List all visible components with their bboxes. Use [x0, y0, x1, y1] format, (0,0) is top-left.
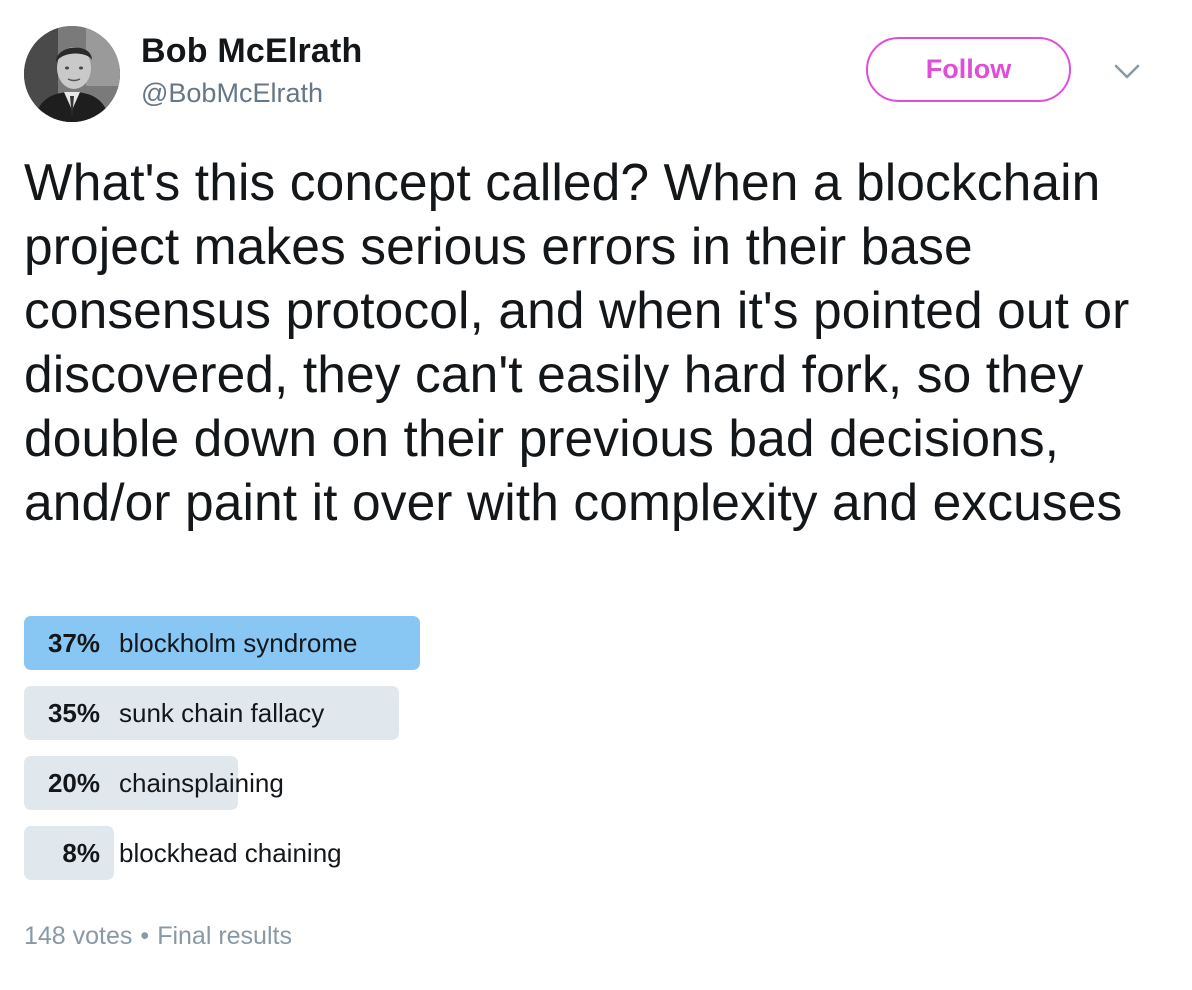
poll-percent: 20% — [47, 768, 100, 798]
poll-percent: 35% — [47, 698, 100, 728]
avatar[interactable] — [24, 26, 120, 122]
person-photo-avatar-icon — [24, 26, 120, 122]
poll-option: 37% blockholm syndrome — [24, 616, 824, 670]
separator-dot: • — [140, 922, 150, 950]
poll-percent: 37% — [47, 628, 100, 658]
display-name[interactable]: Bob McElrath — [141, 32, 363, 71]
follow-button[interactable]: Follow — [866, 37, 1071, 102]
poll-option-label: blockhead chaining — [119, 838, 342, 868]
poll-option-label: chainsplaining — [119, 768, 284, 798]
poll: 37% blockholm syndrome 35% sunk chain fa… — [24, 616, 824, 896]
vote-count: 148 votes — [24, 922, 133, 950]
tweet-card: Bob McElrath @BobMcElrath Follow What's … — [0, 0, 1192, 990]
chevron-down-icon[interactable] — [1112, 60, 1142, 84]
poll-option-label: sunk chain fallacy — [119, 698, 325, 728]
poll-option: 35% sunk chain fallacy — [24, 686, 824, 740]
user-handle[interactable]: @BobMcElrath — [141, 78, 323, 109]
poll-option: 8% blockhead chaining — [24, 826, 824, 880]
poll-status: Final results — [157, 922, 292, 950]
poll-percent: 8% — [62, 838, 100, 868]
tweet-text: What's this concept called? When a block… — [24, 153, 1130, 531]
poll-footer: 148 votes • Final results — [24, 922, 292, 951]
poll-option-label: blockholm syndrome — [119, 628, 358, 658]
poll-option: 20% chainsplaining — [24, 756, 824, 810]
